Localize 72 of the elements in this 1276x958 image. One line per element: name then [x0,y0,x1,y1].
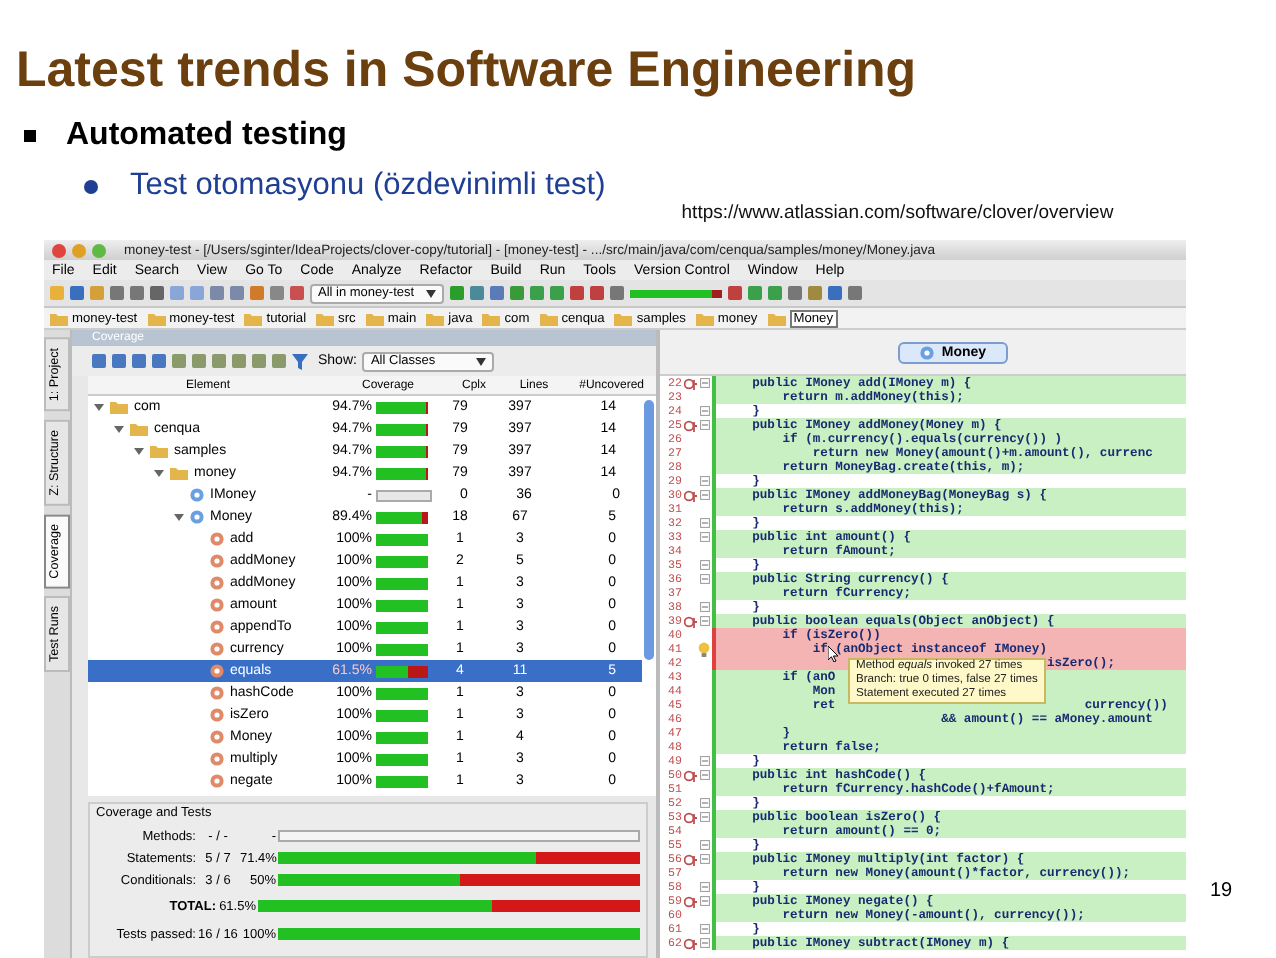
expand-triangle-icon[interactable] [114,424,124,434]
coverage-bar [376,775,428,787]
fold-marker-icon[interactable] [700,924,710,934]
coverage-bar [376,489,432,501]
expand-triangle-icon[interactable] [134,446,144,456]
bullet-text: Automated testing [66,118,347,154]
fold-marker-icon[interactable] [700,798,710,808]
coverage-bar [376,709,428,721]
coverage-bar [376,665,428,677]
coverage-bar [376,621,428,633]
fold-marker-icon[interactable] [700,490,710,500]
coverage-bar [376,533,428,545]
coverage-bar [376,423,428,435]
override-marker-icon[interactable] [683,769,697,781]
expand-triangle-icon[interactable] [174,512,184,522]
fold-marker-icon[interactable] [700,420,710,430]
fold-marker-icon[interactable] [700,616,710,626]
coverage-bar [376,753,428,765]
coverage-bar [376,577,428,589]
fold-marker-icon[interactable] [700,532,710,542]
fold-marker-icon[interactable] [700,518,710,528]
coverage-bar [376,731,428,743]
fold-marker-icon[interactable] [700,938,710,948]
expand-triangle-icon[interactable] [154,468,164,478]
coverage-bar [376,687,428,699]
coverage-bar [376,555,428,567]
fold-marker-icon[interactable] [700,406,710,416]
fold-marker-icon[interactable] [700,896,710,906]
zoom-icon[interactable] [92,243,106,257]
scrollbar[interactable] [644,400,654,660]
coverage-bar [376,643,428,655]
fold-marker-icon[interactable] [700,602,710,612]
fold-marker-icon[interactable] [700,574,710,584]
fold-marker-icon[interactable] [700,770,710,780]
fold-marker-icon[interactable] [700,560,710,570]
square-bullet-icon [24,130,36,142]
mouse-pointer-icon [828,646,838,662]
override-marker-icon[interactable] [683,895,697,907]
coverage-bar [376,511,428,523]
override-marker-icon[interactable] [683,489,697,501]
fold-marker-icon[interactable] [700,854,710,864]
caret-icon [476,357,487,365]
close-icon[interactable] [52,243,66,257]
source-url: https://www.atlassian.com/software/clover/overview [681,202,1114,224]
fold-marker-icon[interactable] [700,378,710,388]
coverage-bar [376,599,428,611]
round-bullet-icon [84,179,98,193]
expand-triangle-icon[interactable] [94,402,104,412]
override-marker-icon[interactable] [683,615,697,627]
fold-marker-icon[interactable] [700,812,710,822]
coverage-bar [376,445,428,457]
fold-marker-icon[interactable] [700,882,710,892]
coverage-bar [376,401,428,413]
override-marker-icon[interactable] [683,419,697,431]
fold-marker-icon[interactable] [700,840,710,850]
fold-marker-icon[interactable] [700,756,710,766]
caret-icon [426,289,437,297]
lightbulb-icon[interactable] [698,642,710,658]
override-marker-icon[interactable] [683,853,697,865]
coverage-meter [630,289,723,297]
square-icon[interactable] [610,286,625,300]
page-number: 19 [1210,880,1233,902]
coverage-bar [376,467,428,479]
sub-bullet-text: Test otomasyonu (özdevinimli test) [130,168,606,204]
filter-icon[interactable] [292,353,308,369]
override-marker-icon[interactable] [683,811,697,823]
override-marker-icon[interactable] [683,377,697,389]
slide-title: Latest trends in Software Engineering [16,40,919,100]
override-marker-icon[interactable] [683,937,697,949]
class-icon [919,345,934,359]
fold-marker-icon[interactable] [700,476,710,486]
minimize-icon[interactable] [72,243,86,257]
